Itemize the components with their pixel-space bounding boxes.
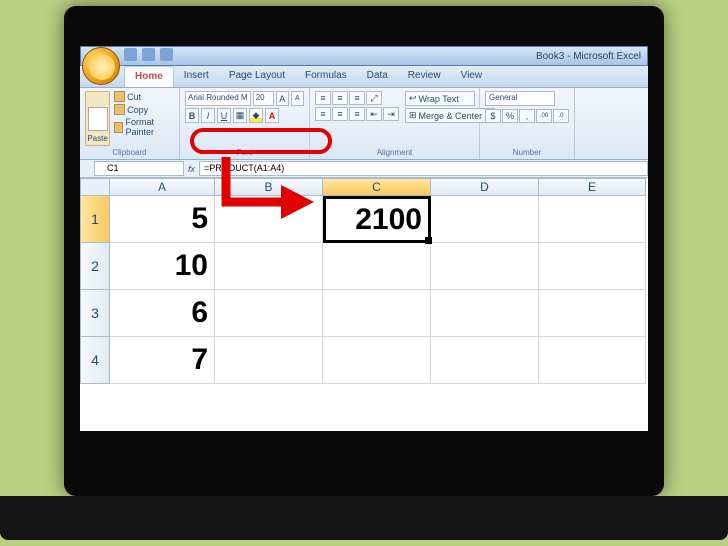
column-header[interactable]: D: [431, 178, 539, 196]
cell-A2[interactable]: 10: [110, 243, 215, 290]
comma-button[interactable]: ,: [519, 109, 535, 123]
italic-button[interactable]: I: [201, 108, 215, 123]
column-header[interactable]: C: [323, 178, 431, 196]
align-middle-button[interactable]: ≡: [332, 91, 348, 105]
qat-undo-icon[interactable]: [142, 48, 155, 61]
spreadsheet-grid: ABCDE 15 2100 2103647: [80, 178, 648, 431]
underline-button[interactable]: U: [217, 108, 231, 123]
ribbon-group-number: General $ % , .00 .0 Number: [480, 88, 575, 159]
group-label: Number: [480, 148, 574, 157]
fx-icon[interactable]: fx: [188, 164, 195, 174]
border-button[interactable]: ▦: [233, 108, 247, 123]
column-header[interactable]: E: [539, 178, 646, 196]
formula-bar[interactable]: =PRODUCT(A1:A4): [199, 161, 648, 176]
hinge: [184, 520, 198, 534]
cell-D3[interactable]: [431, 290, 539, 337]
copy-button[interactable]: Copy: [114, 104, 174, 115]
wrap-text-button[interactable]: ↩Wrap Text: [405, 91, 475, 106]
tab-formulas[interactable]: Formulas: [295, 66, 357, 87]
cell-D2[interactable]: [431, 243, 539, 290]
office-button[interactable]: [82, 47, 120, 85]
quick-access-toolbar: [124, 48, 173, 61]
cell-E3[interactable]: [539, 290, 646, 337]
tab-page-layout[interactable]: Page Layout: [219, 66, 295, 87]
bold-button[interactable]: B: [185, 108, 199, 123]
cell-E4[interactable]: [539, 337, 646, 384]
hinge: [530, 520, 544, 534]
cell-A1[interactable]: 5: [110, 196, 215, 243]
cell-D1[interactable]: [431, 196, 539, 243]
cell-B2[interactable]: [215, 243, 323, 290]
grow-font-button[interactable]: A: [276, 91, 289, 106]
column-header[interactable]: B: [215, 178, 323, 196]
column-header[interactable]: A: [110, 178, 215, 196]
ribbon-group-clipboard: Paste Cut Copy Format Painter Clipboard: [80, 88, 180, 159]
brush-icon: [114, 122, 123, 133]
cell-C3[interactable]: [323, 290, 431, 337]
cell-C2[interactable]: [323, 243, 431, 290]
format-painter-button[interactable]: Format Painter: [114, 117, 174, 137]
cell-B1[interactable]: [215, 196, 323, 243]
group-label: Alignment: [310, 148, 479, 157]
ribbon-group-alignment: ≡ ≡ ≡ ⤢ ≡ ≡ ≡ ⇤ ⇥: [310, 88, 480, 159]
row-header[interactable]: 1: [80, 196, 110, 243]
title-bar: Book3 - Microsoft Excel: [80, 46, 648, 66]
percent-button[interactable]: %: [502, 109, 518, 123]
group-label: Font: [180, 148, 309, 157]
cell-D4[interactable]: [431, 337, 539, 384]
row-header[interactable]: 3: [80, 290, 110, 337]
cell-E2[interactable]: [539, 243, 646, 290]
align-center-button[interactable]: ≡: [332, 107, 348, 121]
font-color-button[interactable]: A: [265, 108, 279, 123]
ribbon-tabs: HomeInsertPage LayoutFormulasDataReviewV…: [80, 66, 648, 88]
tab-home[interactable]: Home: [124, 66, 174, 87]
fill-color-button[interactable]: ◆: [249, 108, 263, 123]
align-left-button[interactable]: ≡: [315, 107, 331, 121]
cell-A3[interactable]: 6: [110, 290, 215, 337]
scissors-icon: [114, 91, 125, 102]
laptop-frame: Book3 - Microsoft Excel HomeInsertPage L…: [64, 6, 664, 496]
ribbon-group-font: Arial Rounded M 20 A A B I U ▦ ◆ A Font: [180, 88, 310, 159]
orientation-button[interactable]: ⤢: [366, 91, 382, 105]
wrap-icon: ↩: [409, 93, 417, 104]
currency-button[interactable]: $: [485, 109, 501, 123]
window-title: Book3 - Microsoft Excel: [536, 51, 641, 62]
hinge: [357, 520, 371, 534]
tab-data[interactable]: Data: [357, 66, 398, 87]
cell-B3[interactable]: [215, 290, 323, 337]
cell-C4[interactable]: [323, 337, 431, 384]
cell-E1[interactable]: [539, 196, 646, 243]
align-top-button[interactable]: ≡: [315, 91, 331, 105]
cut-button[interactable]: Cut: [114, 91, 174, 102]
qat-redo-icon[interactable]: [160, 48, 173, 61]
font-size-dropdown[interactable]: 20: [253, 91, 274, 106]
number-format-dropdown[interactable]: General: [485, 91, 555, 106]
tab-view[interactable]: View: [451, 66, 493, 87]
shrink-font-button[interactable]: A: [291, 91, 304, 106]
tab-insert[interactable]: Insert: [174, 66, 219, 87]
group-label: Clipboard: [80, 148, 179, 157]
tab-review[interactable]: Review: [398, 66, 451, 87]
copy-icon: [114, 104, 125, 115]
cell-A4[interactable]: 7: [110, 337, 215, 384]
align-bottom-button[interactable]: ≡: [349, 91, 365, 105]
merge-icon: ⊞: [409, 110, 417, 121]
excel-window: Book3 - Microsoft Excel HomeInsertPage L…: [80, 46, 648, 431]
qat-save-icon[interactable]: [124, 48, 137, 61]
cell-C1[interactable]: 2100: [323, 196, 431, 243]
increase-decimal-button[interactable]: .00: [536, 109, 552, 123]
decrease-indent-button[interactable]: ⇤: [366, 107, 382, 121]
font-name-dropdown[interactable]: Arial Rounded M: [185, 91, 251, 106]
select-all-corner[interactable]: [80, 178, 110, 196]
formula-bar-row: C1 fx =PRODUCT(A1:A4): [80, 160, 648, 178]
cell-B4[interactable]: [215, 337, 323, 384]
paste-button[interactable]: Paste: [85, 91, 110, 146]
row-header[interactable]: 4: [80, 337, 110, 384]
name-box[interactable]: C1: [94, 161, 184, 176]
align-right-button[interactable]: ≡: [349, 107, 365, 121]
decrease-decimal-button[interactable]: .0: [553, 109, 569, 123]
ribbon: Paste Cut Copy Format Painter Clipboard …: [80, 88, 648, 160]
row-header[interactable]: 2: [80, 243, 110, 290]
increase-indent-button[interactable]: ⇥: [383, 107, 399, 121]
